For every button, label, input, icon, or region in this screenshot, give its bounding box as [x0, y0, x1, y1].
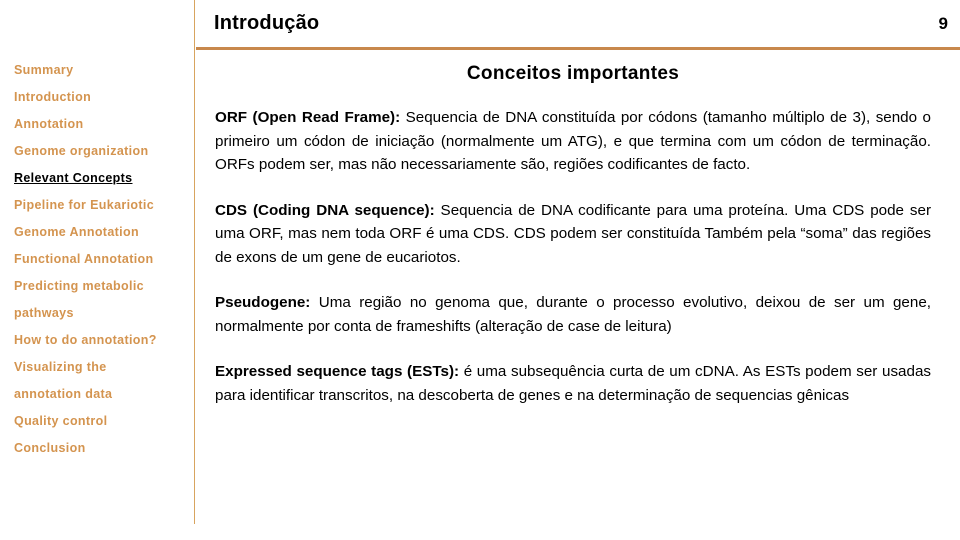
header-accent-rule	[196, 47, 960, 50]
content-subtitle: Conceitos importantes	[466, 63, 680, 84]
sidebar-item-pathways[interactable]: pathways	[14, 300, 194, 327]
sidebar-navigation: Summary Introduction Annotation Genome o…	[0, 0, 194, 540]
sidebar-item-how-to-do-annotation[interactable]: How to do annotation?	[14, 327, 194, 354]
sidebar-item-genome-annotation[interactable]: Genome Annotation	[14, 219, 194, 246]
sidebar-item-summary[interactable]: Summary	[14, 57, 194, 84]
sidebar-content-divider	[194, 0, 195, 524]
concept-paragraph-ests: Expressed sequence tags (ESTs): é uma su…	[215, 360, 931, 407]
sidebar-item-list: Summary Introduction Annotation Genome o…	[14, 57, 194, 462]
presentation-slide: Summary Introduction Annotation Genome o…	[0, 0, 960, 540]
concept-term-ests: Expressed sequence tags (ESTs):	[215, 363, 460, 380]
slide-header: Introdução 9	[196, 0, 960, 48]
sidebar-item-predicting-metabolic[interactable]: Predicting metabolic	[14, 273, 194, 300]
sidebar-item-genome-organization[interactable]: Genome organization	[14, 138, 194, 165]
slide-number: 9	[938, 14, 948, 33]
sidebar-item-conclusion[interactable]: Conclusion	[14, 435, 194, 462]
concept-body-pseudogene: Uma região no genoma que, durante o proc…	[215, 294, 931, 335]
concept-term-cds: CDS (Coding DNA sequence):	[215, 201, 435, 219]
concept-term-pseudogene: Pseudogene:	[215, 294, 311, 311]
concept-paragraph-cds: CDS (Coding DNA sequence): Sequencia de …	[215, 199, 931, 270]
sidebar-item-visualizing-the[interactable]: Visualizing the	[14, 354, 194, 381]
concept-paragraph-orf: ORF (Open Read Frame): Sequencia de DNA …	[215, 106, 931, 177]
sidebar-item-annotation[interactable]: Annotation	[14, 111, 194, 138]
sidebar-item-relevant-concepts[interactable]: Relevant Concepts	[14, 165, 194, 192]
sidebar-item-annotation-data[interactable]: annotation data	[14, 381, 194, 408]
sidebar-item-pipeline-for-eukariotic[interactable]: Pipeline for Eukariotic	[14, 192, 194, 219]
page-title: Introdução	[214, 12, 320, 34]
slide-content: Conceitos importantes ORF (Open Read Fra…	[215, 62, 931, 532]
sidebar-item-quality-control[interactable]: Quality control	[14, 408, 194, 435]
sidebar-item-introduction[interactable]: Introduction	[14, 84, 194, 111]
concept-term-orf: ORF (Open Read Frame):	[215, 109, 401, 126]
sidebar-item-functional-annotation[interactable]: Functional Annotation	[14, 246, 194, 273]
concept-paragraph-pseudogene: Pseudogene: Uma região no genoma que, du…	[215, 291, 931, 338]
